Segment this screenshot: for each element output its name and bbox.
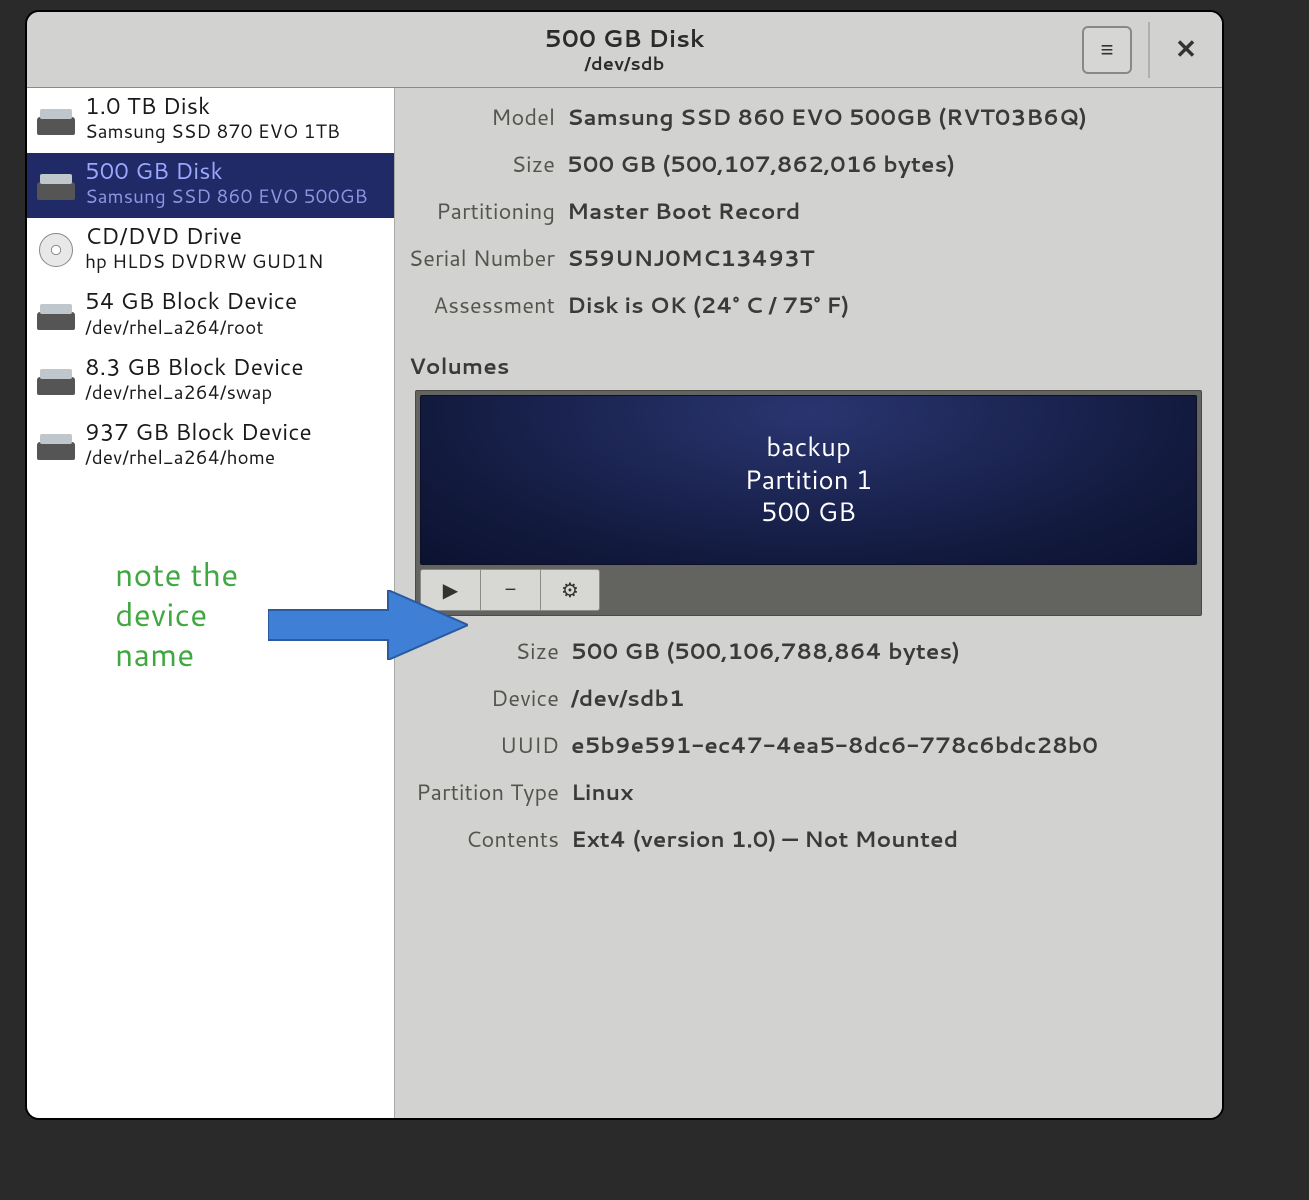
- drive-item-500gb[interactable]: 500 GB Disk Samsung SSD 860 EVO 500GB: [27, 153, 394, 218]
- disk-properties: Model Samsung SSD 860 EVO 500GB (RVT03B6…: [405, 102, 1202, 321]
- label-model: Model: [405, 102, 555, 133]
- main-panel: Model Samsung SSD 860 EVO 500GB (RVT03B6…: [395, 88, 1222, 1118]
- title-actions: ≡ ✕: [1082, 22, 1206, 78]
- value-psize: 500 GB (500,106,788,864 bytes): [571, 636, 1202, 667]
- drive-name: 8.3 GB Block Device: [85, 355, 304, 379]
- label-device: Device: [409, 683, 559, 714]
- value-contents: Ext4 (version 1.0) — Not Mounted: [571, 824, 1202, 855]
- label-contents: Contents: [409, 824, 559, 855]
- title-center: 500 GB Disk /dev/sdb: [545, 24, 705, 74]
- drive-item-1tb[interactable]: 1.0 TB Disk Samsung SSD 870 EVO 1TB: [27, 88, 394, 153]
- label-serial: Serial Number: [405, 243, 555, 274]
- drive-name: 500 GB Disk: [85, 159, 368, 183]
- window-body: 1.0 TB Disk Samsung SSD 870 EVO 1TB 500 …: [27, 88, 1222, 1118]
- drive-name: 937 GB Block Device: [85, 420, 312, 444]
- partition-name: backup: [766, 431, 851, 464]
- partition-properties: Size 500 GB (500,106,788,864 bytes) Devi…: [409, 636, 1202, 855]
- close-icon: ✕: [1175, 34, 1197, 64]
- window-subtitle: /dev/sdb: [545, 53, 705, 75]
- drive-sub: /dev/rhel_a264/root: [85, 314, 297, 341]
- volume-toolbar: ▶ − ⚙: [420, 565, 1197, 611]
- value-size: 500 GB (500,107,862,016 bytes): [567, 149, 1202, 180]
- drive-item-cddvd[interactable]: CD/DVD Drive hp HLDS DVDRW GUD1N: [27, 218, 394, 283]
- label-assessment: Assessment: [405, 290, 555, 321]
- separator: [1148, 22, 1150, 78]
- minus-icon: −: [505, 579, 517, 602]
- app-window: 500 GB Disk /dev/sdb ≡ ✕ 1.0 TB Disk Sam…: [25, 10, 1224, 1120]
- close-button[interactable]: ✕: [1166, 30, 1206, 70]
- partition-block[interactable]: backup Partition 1 500 GB: [420, 395, 1197, 565]
- partition-size: 500 GB: [761, 496, 856, 529]
- value-uuid: e5b9e591-ec47-4ea5-8dc6-778c6bdc28b0: [571, 730, 1202, 761]
- label-ptype: Partition Type: [409, 777, 559, 808]
- label-uuid: UUID: [409, 730, 559, 761]
- volumes-heading: Volumes: [409, 351, 1202, 382]
- window-title: 500 GB Disk: [545, 24, 705, 53]
- drive-name: CD/DVD Drive: [85, 224, 323, 248]
- delete-partition-button[interactable]: −: [480, 569, 540, 611]
- value-partitioning: Master Boot Record: [567, 196, 1202, 227]
- label-size: Size: [405, 149, 555, 180]
- drive-item-54gb[interactable]: 54 GB Block Device /dev/rhel_a264/root: [27, 283, 394, 348]
- drive-sub: hp HLDS DVDRW GUD1N: [85, 248, 323, 275]
- volumes-box: backup Partition 1 500 GB ▶ − ⚙: [415, 390, 1202, 616]
- value-serial: S59UNJ0MC13493T: [567, 243, 1202, 274]
- hdd-icon: [37, 300, 75, 330]
- drive-item-937gb[interactable]: 937 GB Block Device /dev/rhel_a264/home: [27, 414, 394, 479]
- drive-name: 1.0 TB Disk: [85, 94, 340, 118]
- label-psize: Size: [409, 636, 559, 667]
- value-ptype: Linux: [571, 777, 1202, 808]
- hamburger-icon: ≡: [1101, 37, 1114, 63]
- value-assessment: Disk is OK (24° C / 75° F): [567, 290, 1202, 321]
- hdd-icon: [37, 105, 75, 135]
- titlebar: 500 GB Disk /dev/sdb ≡ ✕: [27, 12, 1222, 88]
- play-icon: ▶: [443, 578, 458, 603]
- drive-name: 54 GB Block Device: [85, 289, 297, 313]
- gear-icon: ⚙: [561, 578, 579, 603]
- drive-list-sidebar: 1.0 TB Disk Samsung SSD 870 EVO 1TB 500 …: [27, 88, 395, 1118]
- partition-label: Partition 1: [745, 464, 873, 497]
- hdd-icon: [37, 365, 75, 395]
- value-device: /dev/sdb1: [571, 683, 1202, 714]
- partition-settings-button[interactable]: ⚙: [540, 569, 600, 611]
- value-model: Samsung SSD 860 EVO 500GB (RVT03B6Q): [567, 102, 1202, 133]
- hamburger-menu-button[interactable]: ≡: [1082, 26, 1132, 74]
- hdd-icon: [37, 170, 75, 200]
- label-partitioning: Partitioning: [405, 196, 555, 227]
- optical-icon: [37, 235, 75, 265]
- mount-button[interactable]: ▶: [420, 569, 480, 611]
- hdd-icon: [37, 430, 75, 460]
- drive-sub: /dev/rhel_a264/home: [85, 444, 312, 471]
- drive-item-8gb[interactable]: 8.3 GB Block Device /dev/rhel_a264/swap: [27, 349, 394, 414]
- drive-sub: Samsung SSD 860 EVO 500GB: [85, 183, 368, 210]
- drive-sub: Samsung SSD 870 EVO 1TB: [85, 118, 340, 145]
- drive-sub: /dev/rhel_a264/swap: [85, 379, 304, 406]
